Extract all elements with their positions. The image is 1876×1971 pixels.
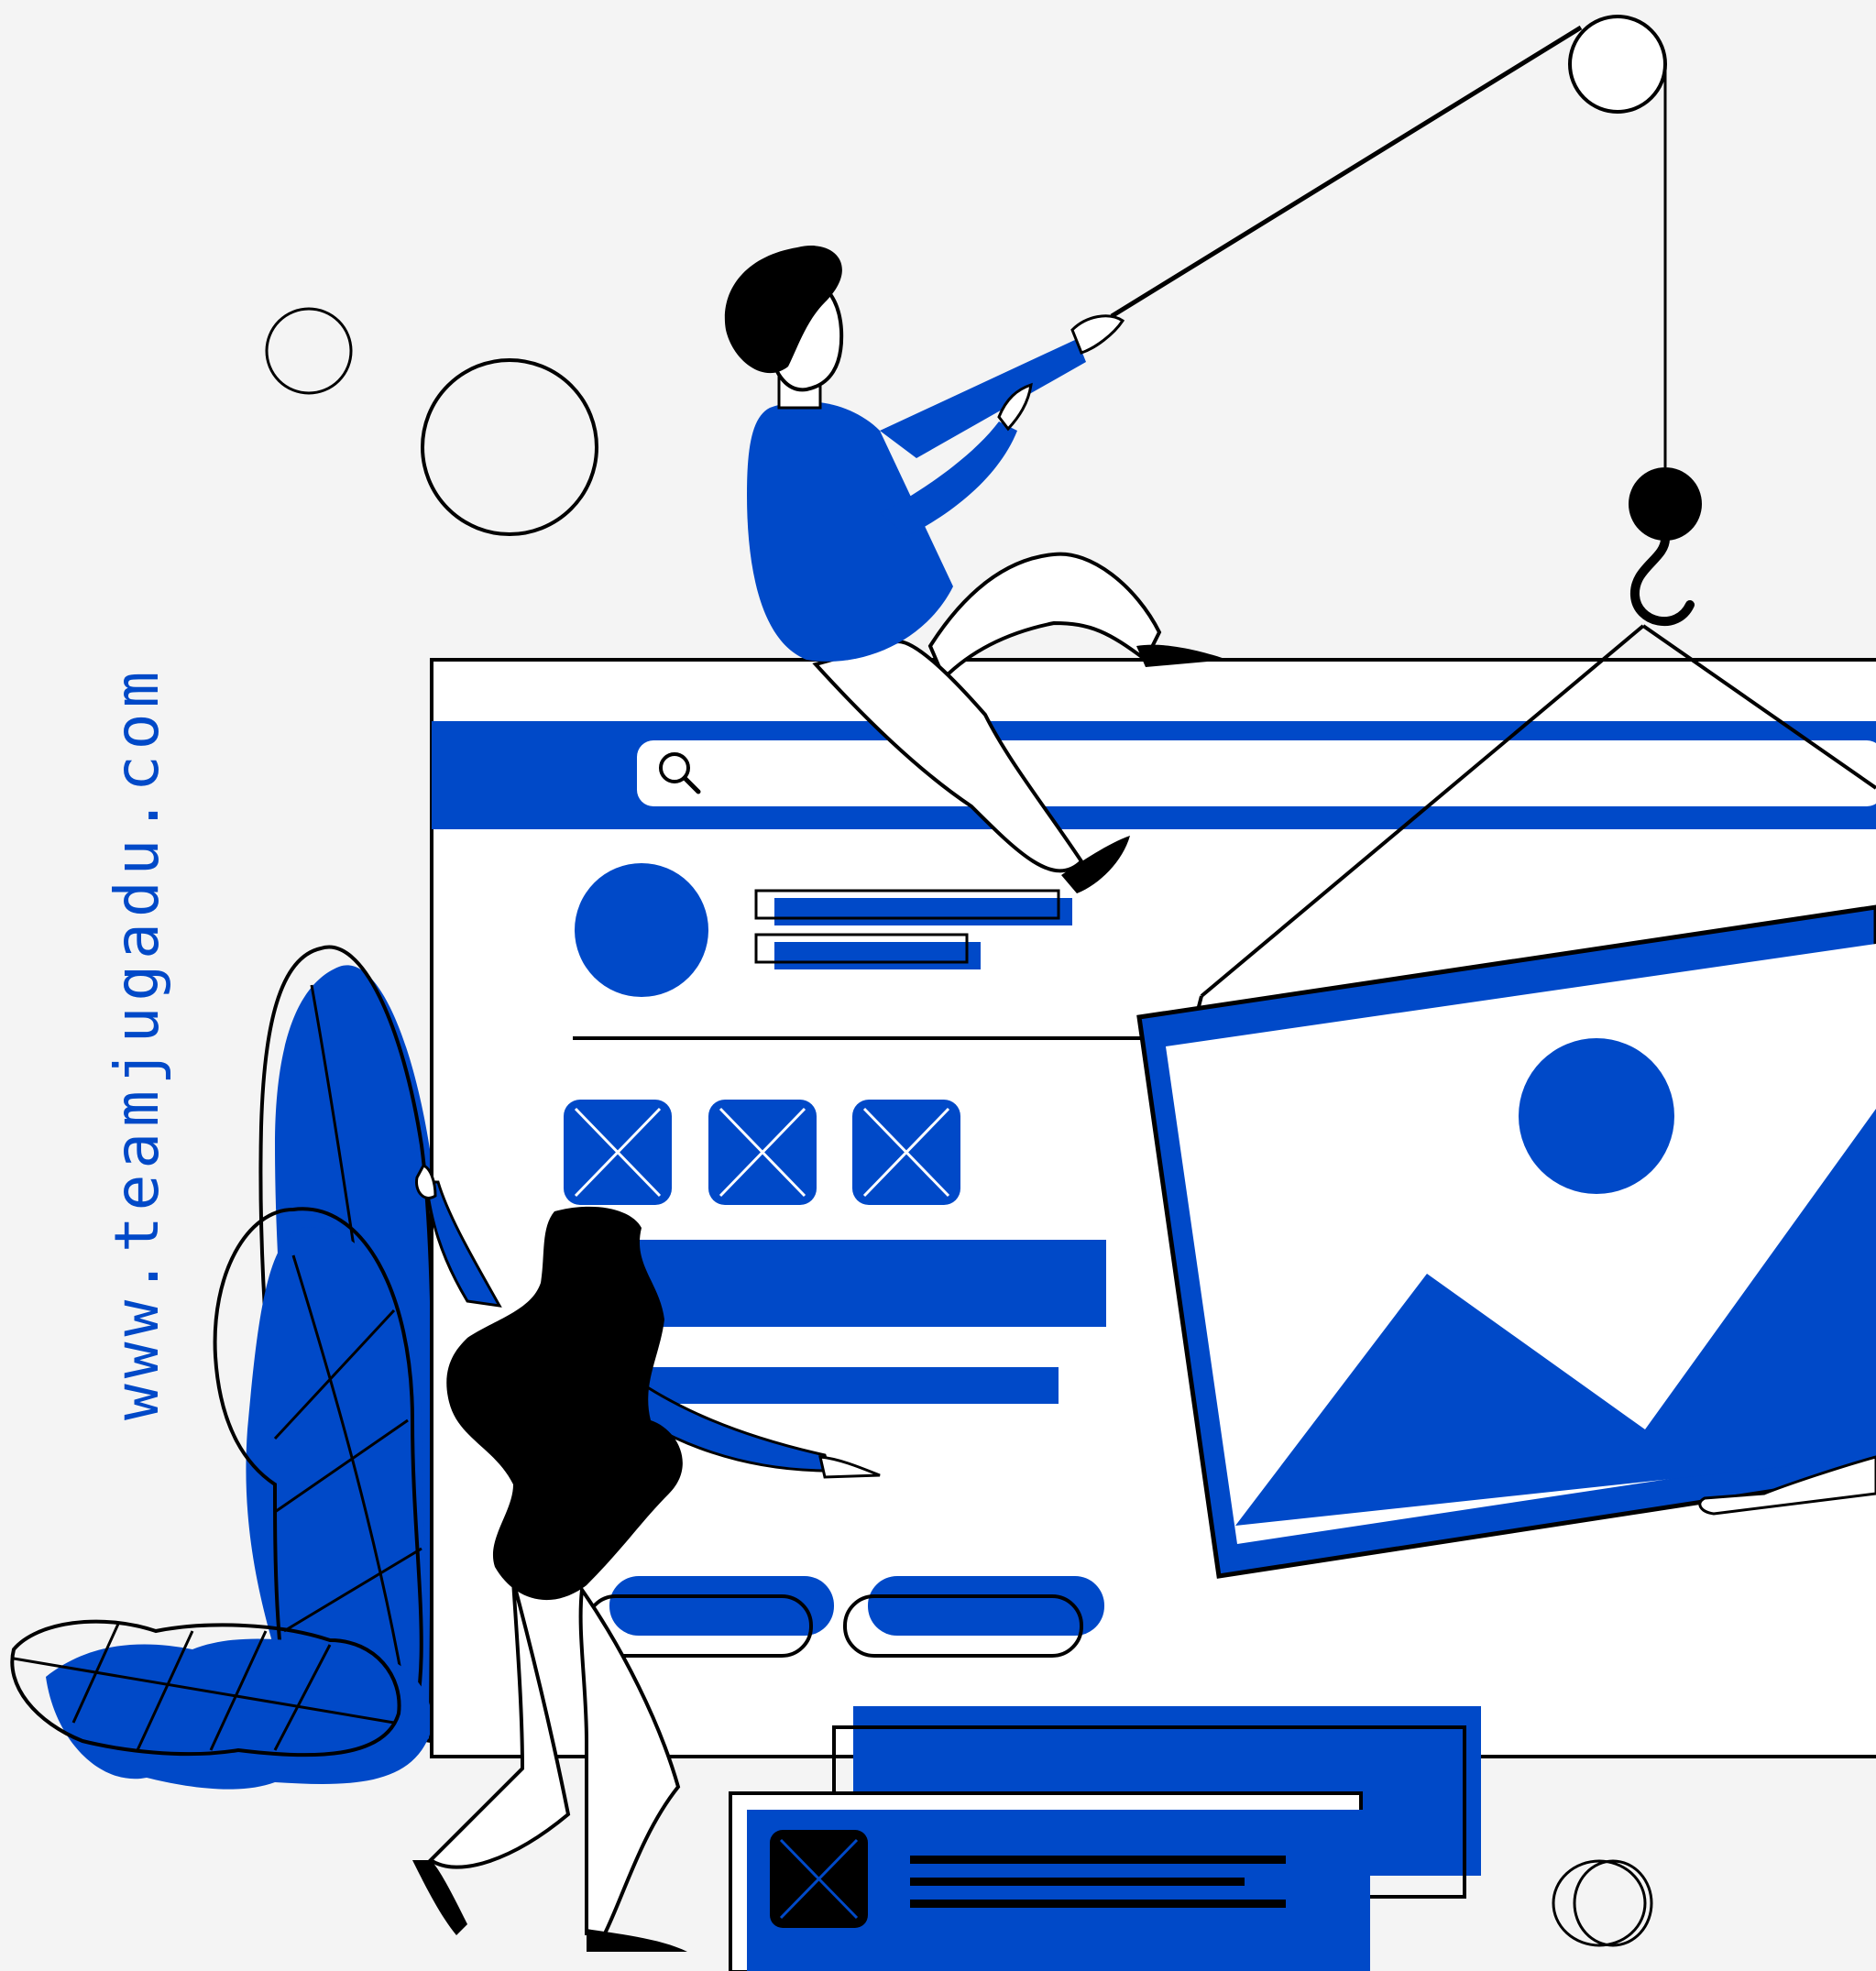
illustration-stage: www.teamjugadu.com bbox=[0, 0, 1876, 1971]
web-design-illustration bbox=[10, 15, 1876, 1971]
x-box-icon bbox=[852, 1100, 960, 1205]
button-b-fill[interactable] bbox=[868, 1576, 1104, 1636]
x-box-icon bbox=[770, 1830, 868, 1928]
hook-weight bbox=[1629, 467, 1702, 541]
decor-circle-bottom-a bbox=[1552, 1859, 1647, 1947]
decor-circle-small bbox=[265, 307, 353, 395]
profile-line-2-fill bbox=[774, 942, 981, 969]
x-box-icon bbox=[564, 1100, 672, 1205]
man-hand-top bbox=[1070, 314, 1125, 355]
button-a-fill[interactable] bbox=[609, 1576, 834, 1636]
decor-circle-medium bbox=[421, 358, 598, 536]
card-text-line-3 bbox=[910, 1900, 1286, 1908]
avatar bbox=[575, 863, 708, 997]
pulley-icon bbox=[1568, 15, 1667, 114]
watermark-url: www.teamjugadu.com bbox=[102, 665, 172, 1420]
profile-line-1-fill bbox=[774, 898, 1072, 925]
card-text-line-2 bbox=[910, 1878, 1245, 1886]
search-bar[interactable] bbox=[637, 740, 1876, 806]
crane-hook-icon bbox=[1630, 534, 1695, 626]
x-box-icon bbox=[708, 1100, 817, 1205]
content-bar-large bbox=[587, 1240, 1106, 1327]
content-bar-small bbox=[642, 1367, 1059, 1404]
rope-pulled bbox=[1110, 25, 1583, 319]
decor-circle-bottom-b bbox=[1573, 1859, 1653, 1947]
card-text-line-1 bbox=[910, 1856, 1286, 1864]
woman-shoe-front bbox=[587, 1929, 687, 1952]
plant-leaf-low-fill bbox=[46, 1638, 433, 1790]
woman-shoe-back bbox=[412, 1860, 467, 1935]
